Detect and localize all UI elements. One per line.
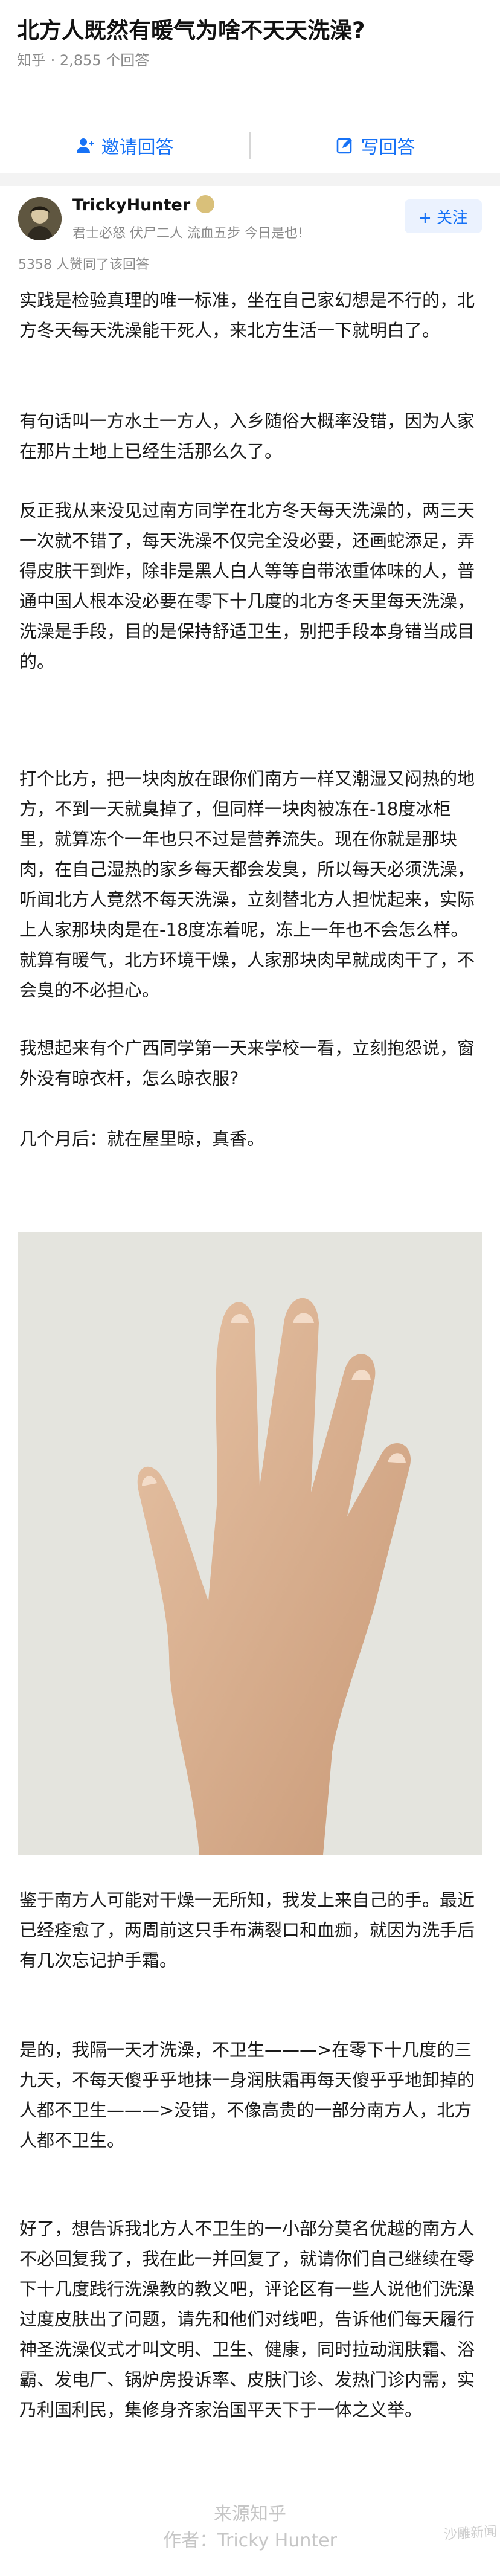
author-bio: 君士必怒 伏尸二人 流血五步 今日是也! [72,226,303,241]
invite-user-icon [76,138,94,153]
author-name[interactable]: TrickyHunter [72,196,190,214]
write-answer-button[interactable]: 写回答 [251,118,500,173]
question-title[interactable]: 北方人既然有暖气为啥不天天洗澡? [17,16,482,46]
answer-paragraph: 几个月后：就在屋里晾，真香。 [19,1129,265,1149]
hand-photo[interactable] [18,1232,482,1855]
answer-paragraph: 反正我从来没见过南方同学在北方冬天每天洗澡的，两三天一次就不错了，每天洗澡不仅完… [19,500,475,672]
invite-answer-button[interactable]: 邀请回答 [0,118,249,173]
answer-paragraph: 有句话叫一方水土一方人，入乡随俗大概率没错，因为人家在那片土地上已经生活那么久了… [19,411,475,462]
answer-paragraph: 鉴于南方人可能对干燥一无所知，我发上来自己的手。最近已经痊愈了，两周前这只手布满… [19,1890,475,1971]
watermark-source: 来源知乎 [214,2504,286,2525]
answer-paragraph: 打个比方，把一块肉放在跟你们南方一样又潮湿又闷热的地方，不到一天就臭掉了，但同样… [19,768,475,1000]
medal-badge-icon [196,195,215,213]
author-name-row[interactable]: TrickyHunter [72,195,215,215]
pencil-edit-icon [336,138,352,154]
action-bar: 邀请回答 写回答 [0,118,500,173]
answer-paragraph: 实践是检验真理的唯一标准，坐在自己家幻想是不行的，北方冬天每天洗澡能干死人，来北… [19,290,475,341]
answer-page: 北方人既然有暖气为啥不天天洗澡? 知乎 · 2,855 个回答 邀请回答 写回答 [0,0,500,2576]
avatar[interactable] [18,197,62,240]
invite-answer-label: 邀请回答 [101,137,174,158]
answer-paragraph: 是的，我隔一天才洗澡，不卫生———>在零下十几度的三九天，不每天傻乎乎地抹一身润… [19,2040,475,2151]
corner-watermark: 沙雕新闻 [443,2523,498,2543]
author-card: TrickyHunter 君士必怒 伏尸二人 流血五步 今日是也! + 关注 [0,190,500,262]
upvote-count: 5358 人赞同了该回答 [18,257,149,272]
question-meta[interactable]: 知乎 · 2,855 个回答 [17,48,149,69]
answer-paragraph: 我想起来有个广西同学第一天来学校一看，立刻抱怨说，窗外没有晾衣杆，怎么晾衣服? [19,1038,475,1089]
source-watermark: 来源知乎 作者：Tricky Hunter [0,2501,500,2554]
follow-button[interactable]: + 关注 [405,199,482,233]
write-answer-label: 写回答 [361,137,415,158]
section-divider [0,173,500,186]
watermark-author: 作者：Tricky Hunter [163,2530,337,2551]
answer-paragraph: 好了，想告诉我北方人不卫生的一小部分莫名优越的南方人不必回复我了，我在此一并回复… [19,2218,475,2420]
